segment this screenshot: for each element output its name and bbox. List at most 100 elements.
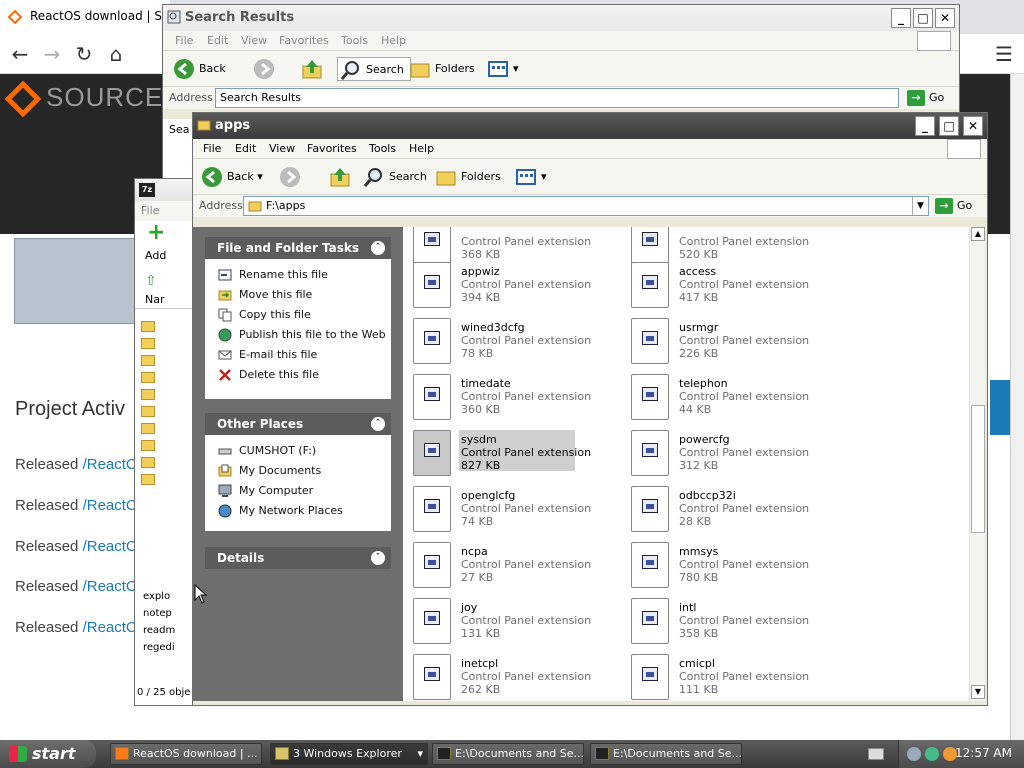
list-item[interactable] — [141, 353, 155, 370]
menu-file[interactable]: File — [203, 142, 221, 155]
add-label[interactable]: Add — [145, 249, 166, 262]
file-item[interactable]: inetcpl Control Panel extension 262 KB — [413, 654, 623, 701]
search-tray-icon[interactable] — [907, 747, 921, 761]
place-my-network-places[interactable]: My Network Places — [205, 501, 391, 521]
collapse-chevron-icon[interactable]: ˆ — [371, 241, 385, 255]
collapse-chevron-icon[interactable]: ˆ — [371, 417, 385, 431]
file-item[interactable]: access Control Panel extension 417 KB — [631, 262, 841, 314]
list-item[interactable] — [141, 455, 155, 472]
details-header[interactable]: Details ˇ — [205, 547, 391, 569]
views-button[interactable]: ▾ — [487, 57, 519, 81]
list-item[interactable] — [141, 472, 155, 489]
maximize-button[interactable]: □ — [939, 116, 959, 136]
file-item[interactable]: mmsys Control Panel extension 780 KB — [631, 542, 841, 594]
menu-view[interactable]: View — [241, 34, 267, 47]
menu-file[interactable]: File — [141, 204, 159, 217]
file-item[interactable]: notep — [143, 608, 175, 625]
place-drive-f[interactable]: CUMSHOT (F:) — [205, 441, 391, 461]
back-button[interactable]: Back ▾ — [201, 165, 263, 189]
list-item[interactable] — [141, 370, 155, 387]
go-button[interactable]: → Go — [907, 90, 944, 106]
minimize-button[interactable]: _ — [891, 8, 911, 28]
up-arrow-icon[interactable]: ⇧ — [145, 273, 157, 289]
file-item[interactable]: powercfg Control Panel extension 312 KB — [631, 430, 841, 482]
menu-edit[interactable]: Edit — [207, 34, 228, 47]
rename-file-link[interactable]: Rename this file — [205, 265, 391, 285]
file-item[interactable]: telephon Control Panel extension 44 KB — [631, 374, 841, 426]
scroll-thumb[interactable] — [971, 405, 985, 533]
folders-button[interactable]: Folders — [435, 165, 501, 189]
list-item[interactable] — [141, 421, 155, 438]
menu-favorites[interactable]: Favorites — [307, 142, 357, 155]
address-field[interactable]: Search Results — [215, 88, 899, 108]
browser-tab[interactable]: ReactOS download | Source — [0, 0, 170, 34]
up-folder-button[interactable] — [329, 165, 355, 189]
delete-file-link[interactable]: Delete this file — [205, 365, 391, 385]
file-item[interactable]: appwiz Control Panel extension 394 KB — [413, 262, 623, 314]
menu-file[interactable]: File — [175, 34, 193, 47]
back-button[interactable]: Back — [173, 57, 226, 81]
taskbar-item-7zip-1[interactable]: E:\Documents and Se... — [432, 743, 584, 765]
search-button[interactable]: Search — [337, 57, 411, 81]
released-link[interactable]: /ReactC — [83, 497, 137, 514]
reload-icon[interactable]: ↻ — [70, 40, 98, 68]
file-item[interactable]: usrmgr Control Panel extension 226 KB — [631, 318, 841, 370]
list-item[interactable] — [141, 336, 155, 353]
forward-button[interactable] — [253, 57, 279, 81]
up-folder-button[interactable] — [301, 57, 327, 81]
released-link[interactable]: /ReactC — [83, 578, 137, 595]
place-my-documents[interactable]: My Documents — [205, 461, 391, 481]
address-field[interactable]: F:\apps ▼ — [243, 196, 929, 216]
file-list-scrollbar[interactable]: ▲ ▼ — [969, 227, 985, 701]
other-places-header[interactable]: Other Places ˆ — [205, 413, 391, 435]
home-icon[interactable]: ⌂ — [102, 40, 130, 68]
menu-edit[interactable]: Edit — [235, 142, 256, 155]
copy-file-link[interactable]: Copy this file — [205, 305, 391, 325]
file-item[interactable]: intl Control Panel extension 358 KB — [631, 598, 841, 650]
list-item[interactable] — [141, 438, 155, 455]
browser-scrollbar[interactable] — [1010, 74, 1024, 740]
scroll-down-arrow-icon[interactable]: ▼ — [971, 685, 985, 699]
close-button[interactable]: ✕ — [963, 116, 983, 136]
search-button[interactable]: Search — [363, 165, 427, 189]
file-item[interactable]: openglcfg Control Panel extension 74 KB — [413, 486, 623, 538]
list-item[interactable] — [141, 319, 155, 336]
file-item[interactable]: odbccp32i Control Panel extension 28 KB — [631, 486, 841, 538]
file-item[interactable]: joy Control Panel extension 131 KB — [413, 598, 623, 650]
released-link[interactable]: /ReactC — [83, 619, 137, 636]
file-item[interactable]: cmicpl Control Panel extension 111 KB — [631, 654, 841, 701]
move-file-link[interactable]: Move this file — [205, 285, 391, 305]
file-folder-tasks-header[interactable]: File and Folder Tasks ˆ — [205, 237, 391, 259]
folders-button[interactable]: Folders — [409, 57, 475, 81]
list-item[interactable] — [141, 404, 155, 421]
file-item[interactable]: timedate Control Panel extension 360 KB — [413, 374, 623, 426]
released-link[interactable]: /ReactC — [83, 456, 137, 473]
add-plus-icon[interactable]: + — [147, 222, 165, 244]
go-button[interactable]: → Go — [935, 198, 972, 214]
seven-zip-titlebar[interactable]: 7z — [135, 179, 193, 201]
file-item[interactable]: explo — [143, 591, 175, 608]
minimize-button[interactable]: _ — [915, 116, 935, 136]
menu-favorites[interactable]: Favorites — [279, 34, 329, 47]
scroll-up-arrow-icon[interactable]: ▲ — [971, 227, 985, 241]
taskbar-item-browser[interactable]: ReactOS download | ... — [110, 743, 262, 765]
forward-button[interactable] — [279, 165, 305, 189]
menu-tools[interactable]: Tools — [369, 142, 396, 155]
sourceforge-logo[interactable]: SOURCEF — [4, 80, 180, 118]
menu-view[interactable]: View — [269, 142, 295, 155]
menu-help[interactable]: Help — [409, 142, 434, 155]
list-item[interactable] — [141, 387, 155, 404]
maximize-button[interactable]: □ — [913, 8, 933, 28]
back-arrow-icon[interactable]: ← — [6, 40, 34, 68]
file-item[interactable]: ncpa Control Panel extension 27 KB — [413, 542, 623, 594]
file-item[interactable]: regedi — [143, 642, 175, 659]
network-tray-icon[interactable] — [925, 747, 939, 761]
menu-tools[interactable]: Tools — [341, 34, 368, 47]
file-item-selected[interactable]: sysdm Control Panel extension 827 KB — [413, 430, 623, 482]
apps-titlebar[interactable]: apps _ □ ✕ — [193, 113, 987, 139]
menu-icon[interactable]: ☰ — [990, 40, 1018, 68]
name-column-header[interactable]: Nar — [145, 293, 165, 306]
search-results-titlebar[interactable]: Search Results _ □ ✕ — [163, 5, 959, 31]
taskbar-item-explorer[interactable]: 3 Windows Explorer ▾ — [270, 743, 428, 765]
place-my-computer[interactable]: My Computer — [205, 481, 391, 501]
